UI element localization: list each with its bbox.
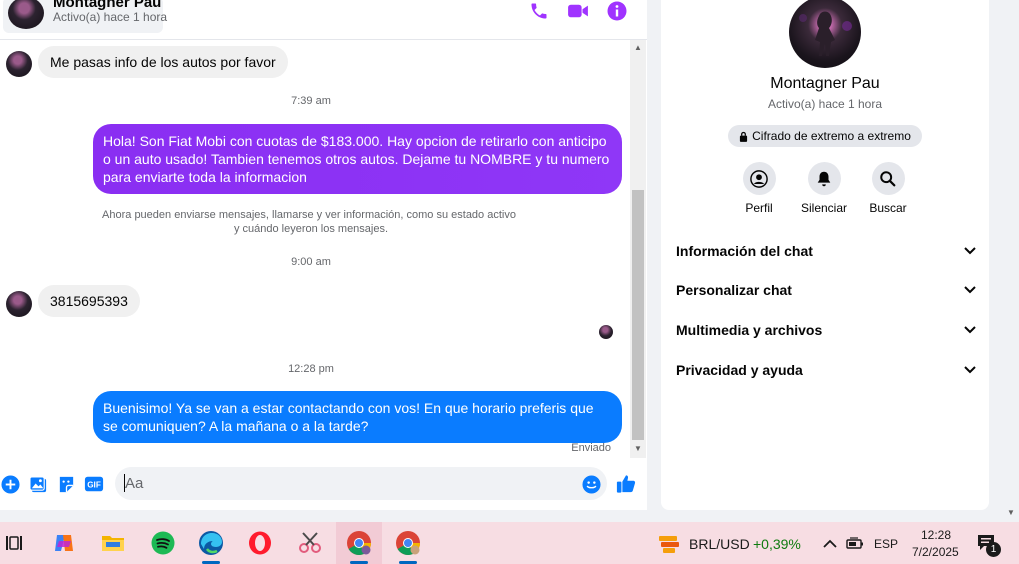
section-chat-info[interactable]: Información del chat: [676, 239, 976, 263]
section-label: Privacidad y ayuda: [676, 362, 803, 378]
ticker-label[interactable]: BRL/USD: [689, 536, 750, 552]
chevron-down-icon: [964, 326, 976, 334]
message-composer: GIF Aa: [0, 458, 647, 510]
outgoing-message[interactable]: Hola! Son Fiat Mobi con cuotas de $183.0…: [93, 124, 622, 194]
system-notice-line: Ahora pueden enviarse mensajes, llamarse…: [102, 209, 516, 221]
clock-time[interactable]: 12:28: [921, 528, 951, 542]
profile-status: Activo(a) hace 1 hora: [767, 97, 883, 111]
chrome-profile-2-icon[interactable]: [385, 522, 431, 564]
notification-count-badge: 1: [986, 542, 1001, 557]
profile-icon[interactable]: [742, 162, 776, 195]
clock-date[interactable]: 7/2/2025: [912, 545, 959, 559]
add-actions-icon[interactable]: [0, 474, 20, 494]
snipping-tool-icon[interactable]: [287, 522, 333, 564]
contact-status: Activo(a) hace 1 hora: [53, 10, 168, 24]
sticker-icon[interactable]: [56, 474, 76, 494]
mute-action-label: Silenciar: [800, 201, 848, 215]
profile-action-label: Perfil: [745, 201, 773, 215]
profile-name: Montagner Pau: [770, 75, 880, 92]
scroll-down-arrow-icon[interactable]: ▼: [634, 444, 642, 453]
lock-icon: [740, 131, 748, 142]
chat-header: Montagner Pau Activo(a) hace 1 hora: [0, 0, 647, 40]
chat-panel: Montagner Pau Activo(a) hace 1 hora Me p…: [0, 0, 647, 510]
profile-action[interactable]: Perfil: [729, 162, 789, 215]
search-action[interactable]: Buscar: [858, 162, 918, 215]
incoming-message[interactable]: Me pasas info de los autos por favor: [38, 46, 288, 78]
message-input-placeholder: Aa: [125, 475, 144, 492]
outgoing-message[interactable]: Buenisimo! Ya se van a estar contactando…: [93, 391, 622, 443]
section-label: Información del chat: [676, 243, 813, 259]
message-timestamp: 9:00 am: [291, 256, 331, 268]
svg-text:GIF: GIF: [87, 481, 101, 490]
emoji-icon[interactable]: [581, 474, 601, 494]
input-language[interactable]: ESP: [874, 537, 898, 551]
file-explorer-icon[interactable]: [90, 522, 136, 564]
scroll-up-arrow-icon[interactable]: ▲: [634, 43, 642, 52]
bell-icon[interactable]: [807, 162, 841, 195]
section-customize-chat[interactable]: Personalizar chat: [676, 278, 976, 302]
contact-avatar-small[interactable]: [6, 291, 32, 317]
gif-icon[interactable]: GIF: [84, 474, 104, 494]
scroll-down-arrow-icon[interactable]: ▼: [1007, 508, 1015, 517]
section-privacy-help[interactable]: Privacidad y ayuda: [676, 358, 976, 382]
chrome-profile-1-icon[interactable]: [336, 522, 382, 564]
section-label: Personalizar chat: [676, 282, 792, 298]
contact-header-button[interactable]: Montagner Pau Activo(a) hace 1 hora: [3, 0, 167, 33]
contact-avatar-small[interactable]: [6, 51, 32, 77]
chevron-down-icon: [964, 247, 976, 255]
notification-center-icon[interactable]: 1: [965, 522, 1009, 564]
video-call-icon[interactable]: [567, 0, 589, 22]
opera-browser-icon[interactable]: [237, 522, 283, 564]
thumbs-up-icon[interactable]: [616, 473, 636, 493]
encryption-label: Cifrado de extremo a extremo: [752, 129, 911, 143]
phone-call-icon[interactable]: [528, 0, 550, 22]
attach-image-icon[interactable]: [28, 474, 48, 494]
copilot-icon[interactable]: [41, 522, 87, 564]
spotify-icon[interactable]: [140, 522, 186, 564]
ticker-change[interactable]: +0,39%: [753, 536, 801, 552]
network-battery-icon[interactable]: [842, 522, 868, 564]
message-input[interactable]: Aa: [115, 467, 607, 500]
windows-taskbar: BRL/USD +0,39% ESP 12:28 7/2/2025 1: [0, 522, 1019, 564]
chevron-down-icon: [964, 366, 976, 374]
chevron-down-icon: [964, 286, 976, 294]
page-scrollbar[interactable]: ▼: [1004, 0, 1019, 522]
contact-avatar[interactable]: [8, 0, 44, 29]
system-notice-line: y cuándo leyeron los mensajes.: [233, 223, 389, 235]
incoming-message[interactable]: 3815695393: [38, 285, 140, 317]
section-media-files[interactable]: Multimedia y archivos: [676, 318, 976, 342]
message-list[interactable]: Me pasas info de los autos por favor 7:3…: [0, 40, 630, 458]
search-action-label: Buscar: [869, 201, 907, 215]
read-receipt-avatar: [599, 325, 613, 339]
scrollbar-thumb[interactable]: [632, 190, 644, 440]
chat-scrollbar[interactable]: ▲ ▼: [630, 40, 646, 458]
system-notice: Ahora pueden enviarse mensajes, llamarse…: [0, 208, 622, 236]
currency-widget-icon[interactable]: [646, 522, 692, 564]
message-timestamp: 12:28 pm: [288, 363, 334, 375]
mute-action[interactable]: Silenciar: [794, 162, 854, 215]
edge-browser-icon[interactable]: [188, 522, 234, 564]
info-icon[interactable]: [606, 0, 628, 22]
encryption-badge[interactable]: Cifrado de extremo a extremo: [728, 125, 922, 147]
task-view-icon[interactable]: [0, 522, 37, 564]
sent-status: Enviado: [571, 442, 611, 454]
message-timestamp: 7:39 am: [291, 95, 331, 107]
search-icon[interactable]: [871, 162, 905, 195]
section-label: Multimedia y archivos: [676, 322, 823, 338]
conversation-info-panel: Montagner Pau Activo(a) hace 1 hora Cifr…: [661, 0, 989, 510]
profile-picture[interactable]: [789, 0, 861, 68]
